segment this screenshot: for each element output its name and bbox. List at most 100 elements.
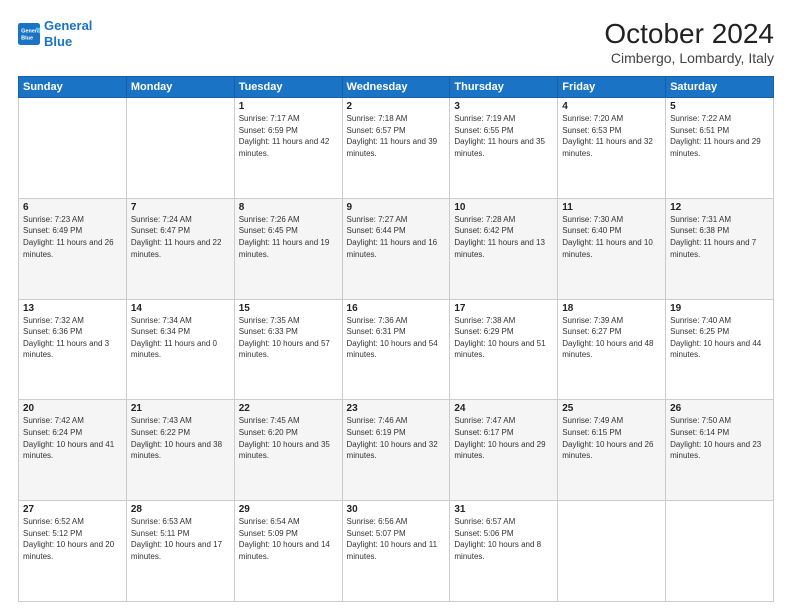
- day-number: 28: [131, 504, 230, 515]
- day-info: Sunrise: 7:28 AM Sunset: 6:42 PM Dayligh…: [454, 214, 553, 260]
- day-number: 2: [347, 101, 446, 112]
- day-number: 1: [239, 101, 338, 112]
- day-number: 6: [23, 202, 122, 213]
- cell-w0-d1: [126, 98, 234, 199]
- day-info: Sunrise: 7:42 AM Sunset: 6:24 PM Dayligh…: [23, 415, 122, 461]
- sunrise: Sunrise: 6:57 AM: [454, 517, 515, 526]
- day-number: 8: [239, 202, 338, 213]
- cell-w0-d2: 1 Sunrise: 7:17 AM Sunset: 6:59 PM Dayli…: [234, 98, 342, 199]
- sunrise: Sunrise: 7:22 AM: [670, 114, 731, 123]
- daylight: Daylight: 11 hours and 39 minutes.: [347, 137, 438, 158]
- day-number: 22: [239, 403, 338, 414]
- cell-w3-d4: 24 Sunrise: 7:47 AM Sunset: 6:17 PM Dayl…: [450, 400, 558, 501]
- daylight: Daylight: 11 hours and 42 minutes.: [239, 137, 330, 158]
- cell-w4-d1: 28 Sunrise: 6:53 AM Sunset: 5:11 PM Dayl…: [126, 501, 234, 602]
- cell-w3-d3: 23 Sunrise: 7:46 AM Sunset: 6:19 PM Dayl…: [342, 400, 450, 501]
- week-row-0: 1 Sunrise: 7:17 AM Sunset: 6:59 PM Dayli…: [19, 98, 774, 199]
- cell-w0-d0: [19, 98, 127, 199]
- day-number: 29: [239, 504, 338, 515]
- cell-w2-d5: 18 Sunrise: 7:39 AM Sunset: 6:27 PM Dayl…: [558, 299, 666, 400]
- day-info: Sunrise: 7:22 AM Sunset: 6:51 PM Dayligh…: [670, 113, 769, 159]
- cell-w3-d2: 22 Sunrise: 7:45 AM Sunset: 6:20 PM Dayl…: [234, 400, 342, 501]
- day-number: 31: [454, 504, 553, 515]
- cell-w1-d0: 6 Sunrise: 7:23 AM Sunset: 6:49 PM Dayli…: [19, 198, 127, 299]
- week-row-2: 13 Sunrise: 7:32 AM Sunset: 6:36 PM Dayl…: [19, 299, 774, 400]
- day-info: Sunrise: 7:19 AM Sunset: 6:55 PM Dayligh…: [454, 113, 553, 159]
- logo: General Blue General Blue: [18, 18, 92, 49]
- day-number: 9: [347, 202, 446, 213]
- sunrise: Sunrise: 7:46 AM: [347, 416, 408, 425]
- daylight: Daylight: 10 hours and 48 minutes.: [562, 339, 653, 360]
- sunset: Sunset: 6:44 PM: [347, 226, 406, 235]
- daylight: Daylight: 10 hours and 17 minutes.: [131, 540, 222, 561]
- day-info: Sunrise: 7:40 AM Sunset: 6:25 PM Dayligh…: [670, 315, 769, 361]
- day-number: 20: [23, 403, 122, 414]
- daylight: Daylight: 10 hours and 54 minutes.: [347, 339, 438, 360]
- sunset: Sunset: 6:20 PM: [239, 428, 298, 437]
- day-number: 7: [131, 202, 230, 213]
- cell-w3-d5: 25 Sunrise: 7:49 AM Sunset: 6:15 PM Dayl…: [558, 400, 666, 501]
- daylight: Daylight: 10 hours and 8 minutes.: [454, 540, 541, 561]
- sunrise: Sunrise: 6:56 AM: [347, 517, 408, 526]
- sunset: Sunset: 6:36 PM: [23, 327, 82, 336]
- sunset: Sunset: 6:55 PM: [454, 126, 513, 135]
- day-number: 18: [562, 303, 661, 314]
- day-info: Sunrise: 6:52 AM Sunset: 5:12 PM Dayligh…: [23, 516, 122, 562]
- logo-text: General Blue: [44, 18, 92, 49]
- day-number: 5: [670, 101, 769, 112]
- day-number: 23: [347, 403, 446, 414]
- header-row: Sunday Monday Tuesday Wednesday Thursday…: [19, 77, 774, 98]
- day-number: 19: [670, 303, 769, 314]
- sunrise: Sunrise: 7:35 AM: [239, 316, 300, 325]
- cell-w4-d3: 30 Sunrise: 6:56 AM Sunset: 5:07 PM Dayl…: [342, 501, 450, 602]
- sunset: Sunset: 5:09 PM: [239, 529, 298, 538]
- daylight: Daylight: 10 hours and 57 minutes.: [239, 339, 330, 360]
- day-info: Sunrise: 7:39 AM Sunset: 6:27 PM Dayligh…: [562, 315, 661, 361]
- daylight: Daylight: 11 hours and 26 minutes.: [23, 238, 114, 259]
- header-saturday: Saturday: [666, 77, 774, 98]
- day-number: 16: [347, 303, 446, 314]
- cell-w4-d6: [666, 501, 774, 602]
- cell-w0-d4: 3 Sunrise: 7:19 AM Sunset: 6:55 PM Dayli…: [450, 98, 558, 199]
- cell-w2-d1: 14 Sunrise: 7:34 AM Sunset: 6:34 PM Dayl…: [126, 299, 234, 400]
- daylight: Daylight: 11 hours and 32 minutes.: [562, 137, 653, 158]
- sunrise: Sunrise: 7:19 AM: [454, 114, 515, 123]
- calendar-table: Sunday Monday Tuesday Wednesday Thursday…: [18, 76, 774, 602]
- day-info: Sunrise: 7:32 AM Sunset: 6:36 PM Dayligh…: [23, 315, 122, 361]
- cell-w2-d6: 19 Sunrise: 7:40 AM Sunset: 6:25 PM Dayl…: [666, 299, 774, 400]
- day-info: Sunrise: 7:49 AM Sunset: 6:15 PM Dayligh…: [562, 415, 661, 461]
- daylight: Daylight: 11 hours and 10 minutes.: [562, 238, 653, 259]
- sunset: Sunset: 6:53 PM: [562, 126, 621, 135]
- day-number: 13: [23, 303, 122, 314]
- daylight: Daylight: 10 hours and 11 minutes.: [347, 540, 438, 561]
- sunrise: Sunrise: 7:43 AM: [131, 416, 192, 425]
- svg-text:Blue: Blue: [21, 35, 33, 41]
- location: Cimbergo, Lombardy, Italy: [604, 50, 774, 66]
- day-number: 30: [347, 504, 446, 515]
- sunrise: Sunrise: 7:17 AM: [239, 114, 300, 123]
- cell-w3-d6: 26 Sunrise: 7:50 AM Sunset: 6:14 PM Dayl…: [666, 400, 774, 501]
- sunrise: Sunrise: 7:32 AM: [23, 316, 84, 325]
- cell-w3-d0: 20 Sunrise: 7:42 AM Sunset: 6:24 PM Dayl…: [19, 400, 127, 501]
- daylight: Daylight: 10 hours and 14 minutes.: [239, 540, 330, 561]
- sunset: Sunset: 6:49 PM: [23, 226, 82, 235]
- day-number: 3: [454, 101, 553, 112]
- sunrise: Sunrise: 7:47 AM: [454, 416, 515, 425]
- day-info: Sunrise: 7:17 AM Sunset: 6:59 PM Dayligh…: [239, 113, 338, 159]
- sunset: Sunset: 6:15 PM: [562, 428, 621, 437]
- sunset: Sunset: 6:51 PM: [670, 126, 729, 135]
- sunset: Sunset: 6:47 PM: [131, 226, 190, 235]
- daylight: Daylight: 10 hours and 35 minutes.: [239, 440, 330, 461]
- cell-w0-d5: 4 Sunrise: 7:20 AM Sunset: 6:53 PM Dayli…: [558, 98, 666, 199]
- sunset: Sunset: 5:11 PM: [131, 529, 190, 538]
- header-sunday: Sunday: [19, 77, 127, 98]
- sunrise: Sunrise: 7:24 AM: [131, 215, 192, 224]
- day-info: Sunrise: 6:56 AM Sunset: 5:07 PM Dayligh…: [347, 516, 446, 562]
- cell-w1-d6: 12 Sunrise: 7:31 AM Sunset: 6:38 PM Dayl…: [666, 198, 774, 299]
- daylight: Daylight: 11 hours and 22 minutes.: [131, 238, 222, 259]
- day-info: Sunrise: 6:57 AM Sunset: 5:06 PM Dayligh…: [454, 516, 553, 562]
- day-number: 14: [131, 303, 230, 314]
- cell-w1-d3: 9 Sunrise: 7:27 AM Sunset: 6:44 PM Dayli…: [342, 198, 450, 299]
- day-info: Sunrise: 7:24 AM Sunset: 6:47 PM Dayligh…: [131, 214, 230, 260]
- sunrise: Sunrise: 7:18 AM: [347, 114, 408, 123]
